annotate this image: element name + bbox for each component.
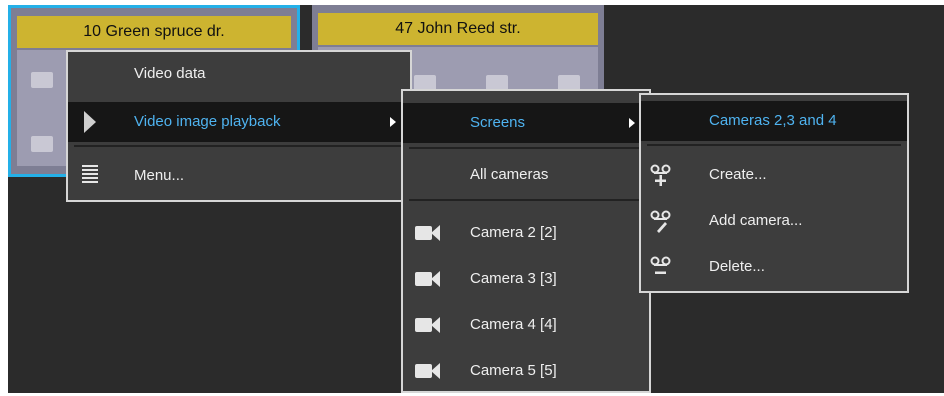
menu-item-label: All cameras	[470, 166, 549, 183]
menu-item-delete[interactable]: Delete...	[641, 247, 907, 287]
menu-item-camera-5[interactable]: Camera 5 [5]	[403, 351, 649, 391]
menu-item-label: Video image playback	[134, 113, 281, 130]
card-title: 47 John Reed str.	[318, 13, 598, 45]
workspace: 10 Green spruce dr. 47 John Reed str. Vi…	[8, 5, 944, 393]
menu-item-video-data[interactable]: Video data	[68, 54, 410, 94]
video-camera-icon	[415, 363, 441, 379]
screens-submenu: Cameras 2,3 and 4 Create... Add camera..…	[639, 93, 909, 293]
menu-item-label: Camera 3 [3]	[470, 270, 557, 287]
menu-item-video-image-playback[interactable]: Video image playback	[68, 102, 410, 142]
menu-item-label: Camera 2 [2]	[470, 224, 557, 241]
menu-item-label: Screens	[470, 114, 526, 131]
menu-item-all-cameras[interactable]: All cameras	[403, 155, 649, 195]
delete-screen-icon	[650, 256, 671, 274]
submenu-arrow-icon	[629, 118, 635, 128]
menu-item-cameras-2-3-4[interactable]: Cameras 2,3 and 4	[641, 101, 907, 141]
menu-item-screens[interactable]: Screens	[403, 103, 649, 143]
context-menu: Video data Video image playback Menu...	[66, 50, 412, 202]
menu-item-label: Camera 5 [5]	[470, 362, 557, 379]
play-icon	[84, 111, 96, 133]
menu-item-label: Menu...	[134, 167, 185, 184]
submenu-arrow-icon	[390, 117, 396, 127]
menu-separator	[409, 199, 643, 201]
menu-item-create[interactable]: Create...	[641, 155, 907, 195]
menu-item-camera-4[interactable]: Camera 4 [4]	[403, 305, 649, 345]
edit-screen-icon	[650, 210, 671, 233]
menu-item-label: Camera 4 [4]	[470, 316, 557, 333]
network-icon	[31, 72, 53, 88]
menu-item-label: Video data	[134, 65, 206, 82]
menu-item-label: Delete...	[709, 258, 765, 275]
menu-item-camera-3[interactable]: Camera 3 [3]	[403, 259, 649, 299]
video-camera-icon	[415, 271, 441, 287]
list-icon	[82, 165, 98, 187]
menu-separator	[647, 144, 901, 146]
menu-separator	[74, 145, 404, 147]
video-camera-icon	[415, 225, 441, 241]
menu-item-menu[interactable]: Menu...	[68, 156, 410, 196]
menu-item-camera-2[interactable]: Camera 2 [2]	[403, 213, 649, 253]
playback-submenu: Screens All cameras Camera 2 [2] Camera …	[401, 89, 651, 393]
camera-icon	[31, 136, 53, 152]
card-title: 10 Green spruce dr.	[17, 16, 291, 48]
menu-item-add-camera[interactable]: Add camera...	[641, 201, 907, 241]
video-camera-icon	[415, 317, 441, 333]
menu-separator	[409, 147, 643, 149]
menu-item-label: Create...	[709, 166, 767, 183]
menu-item-label: Cameras 2,3 and 4	[709, 112, 837, 129]
create-screen-icon	[650, 164, 671, 186]
menu-item-label: Add camera...	[709, 212, 803, 229]
